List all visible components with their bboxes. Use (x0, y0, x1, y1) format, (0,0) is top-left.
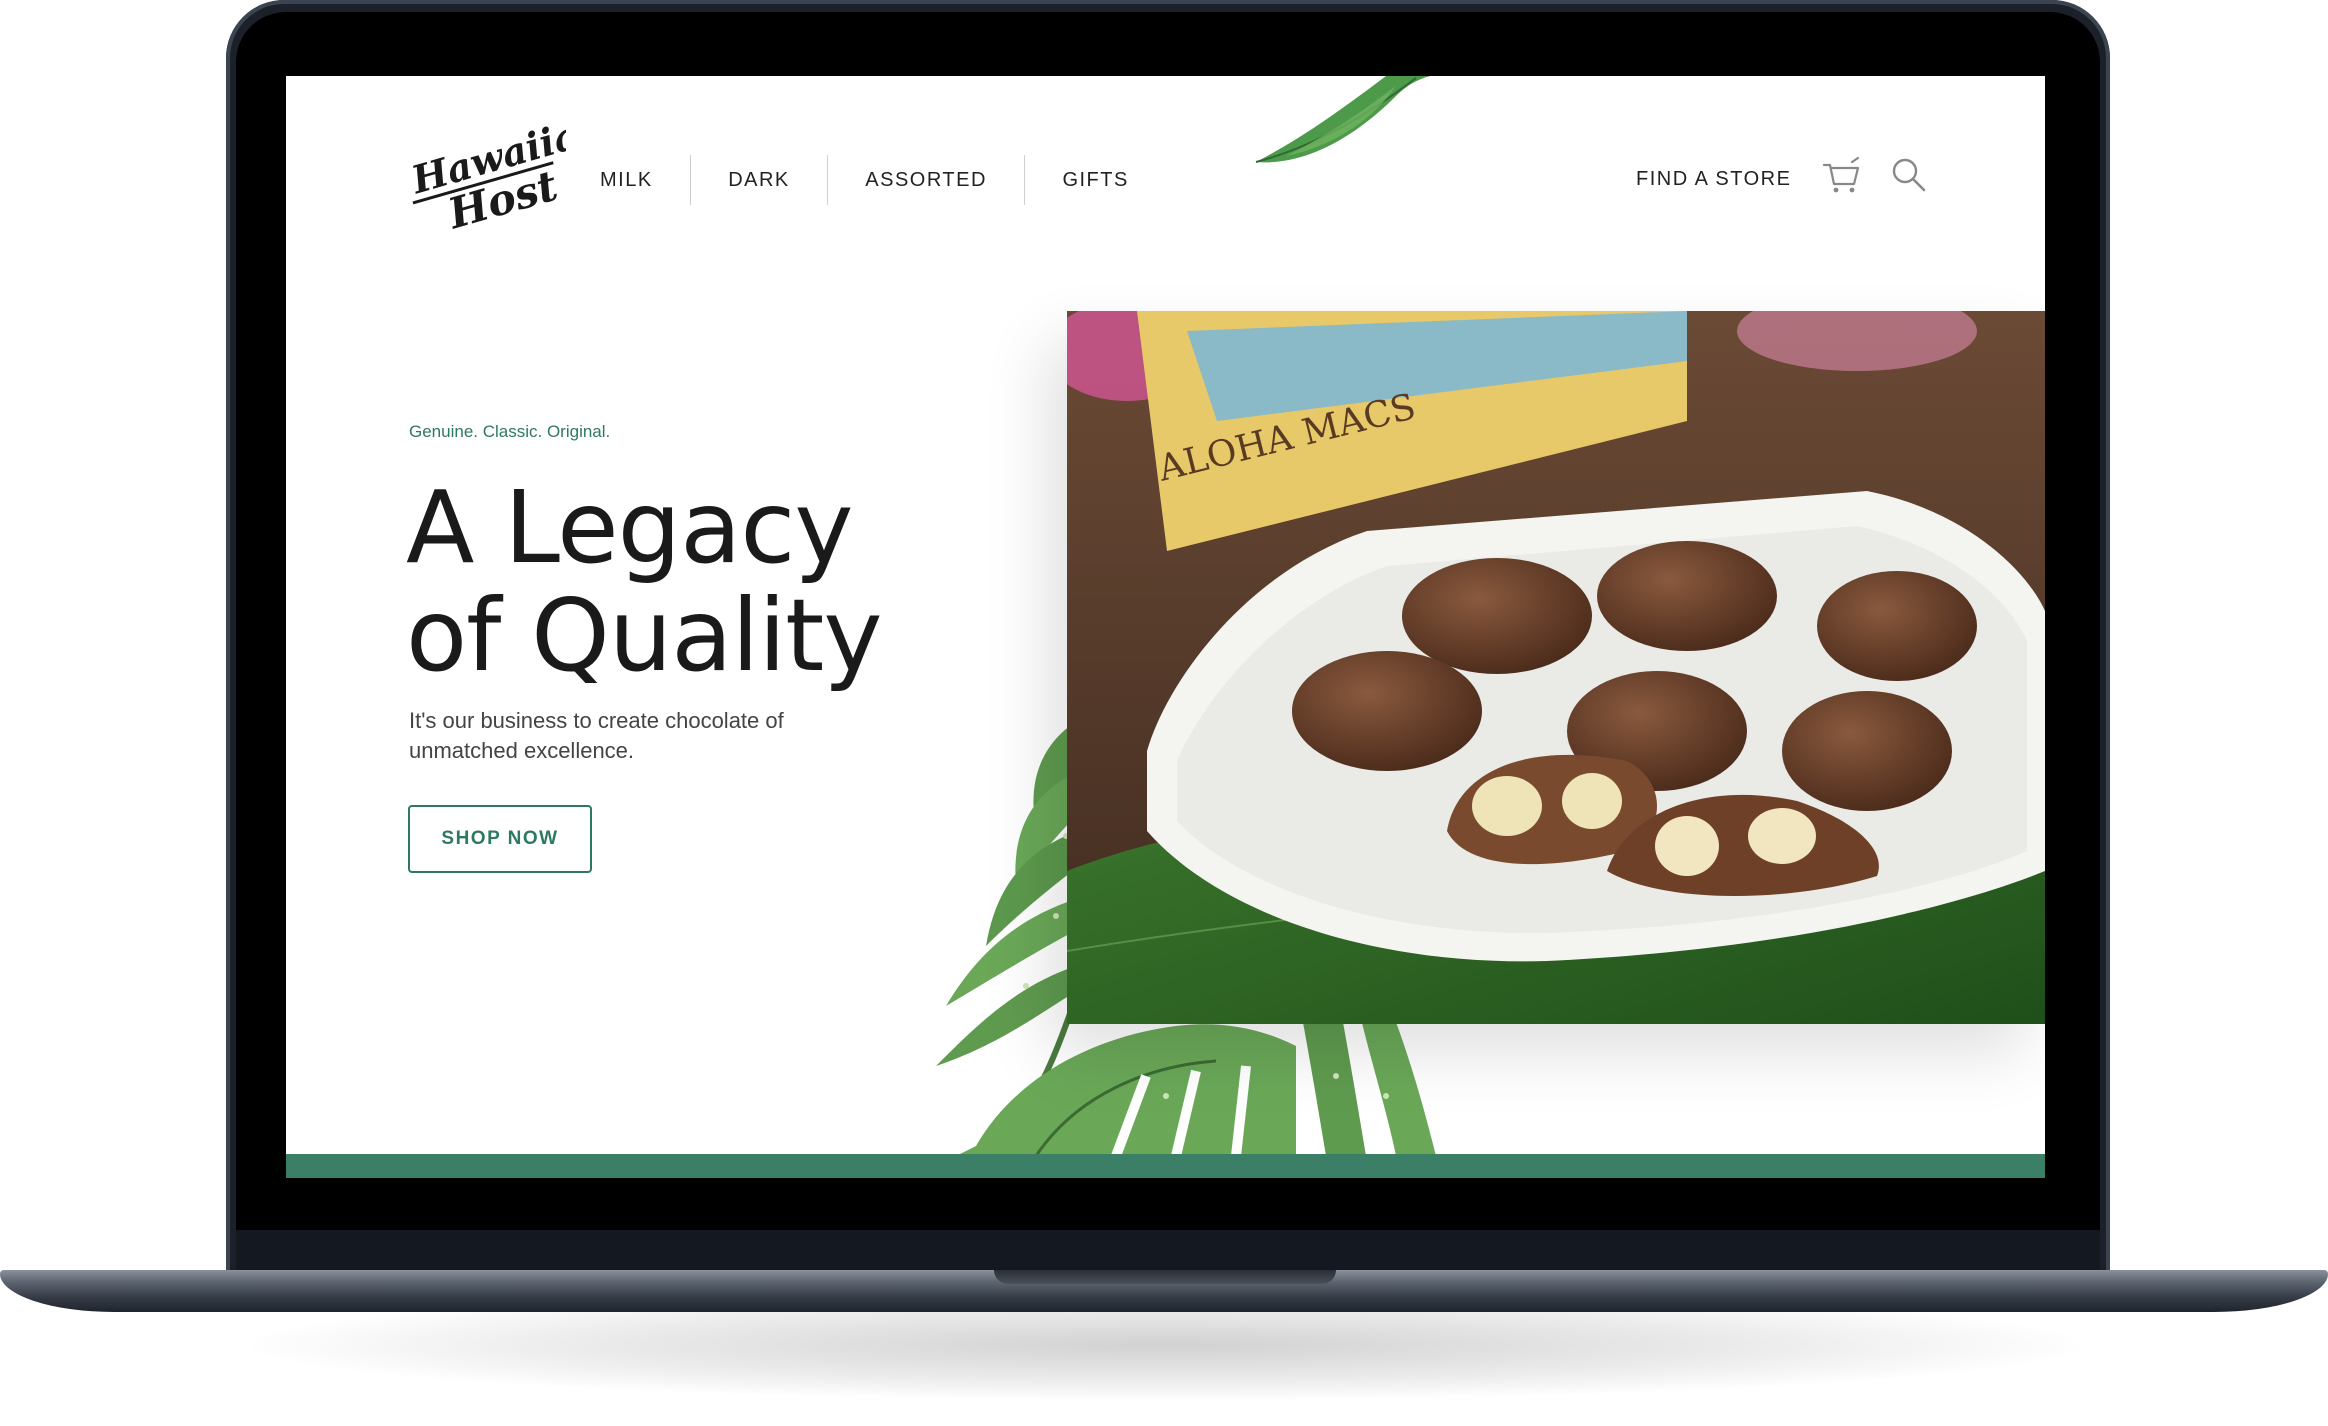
hero-subtext: It's our business to create chocolate of… (409, 708, 784, 763)
laptop-screen: Hawaiian Host MILK DARK ASSORTED GIFTS F… (286, 76, 2045, 1178)
hero-tagline: Genuine. Classic. Original. (409, 422, 611, 441)
bottom-accent-bar (286, 1154, 2045, 1178)
leaf-decoration-top (1255, 76, 1430, 163)
hero-product-image: ALOHA MACS (1067, 311, 2045, 1024)
nav-item-milk[interactable]: MILK (600, 154, 690, 206)
laptop-notch (994, 1270, 1336, 1284)
laptop-chin (236, 1230, 2100, 1270)
main-nav: MILK DARK ASSORTED GIFTS (600, 154, 1166, 206)
shop-now-button[interactable]: SHOP NOW (408, 805, 592, 873)
nav-item-gifts[interactable]: GIFTS (1025, 154, 1165, 206)
cart-icon[interactable] (1822, 156, 1862, 196)
site-header: Hawaiian Host MILK DARK ASSORTED GIFTS F… (286, 76, 2045, 256)
nav-item-assorted[interactable]: ASSORTED (828, 154, 1024, 206)
chocolate-photo: ALOHA MACS (1067, 311, 2045, 1024)
find-store-link[interactable]: FIND A STORE (1636, 168, 1791, 191)
nav-item-dark[interactable]: DARK (691, 154, 827, 206)
hawaiian-host-logo[interactable]: Hawaiian Host (406, 122, 566, 242)
hero-headline: A Legacy of Quality (406, 469, 883, 694)
search-icon[interactable] (1890, 156, 1928, 194)
